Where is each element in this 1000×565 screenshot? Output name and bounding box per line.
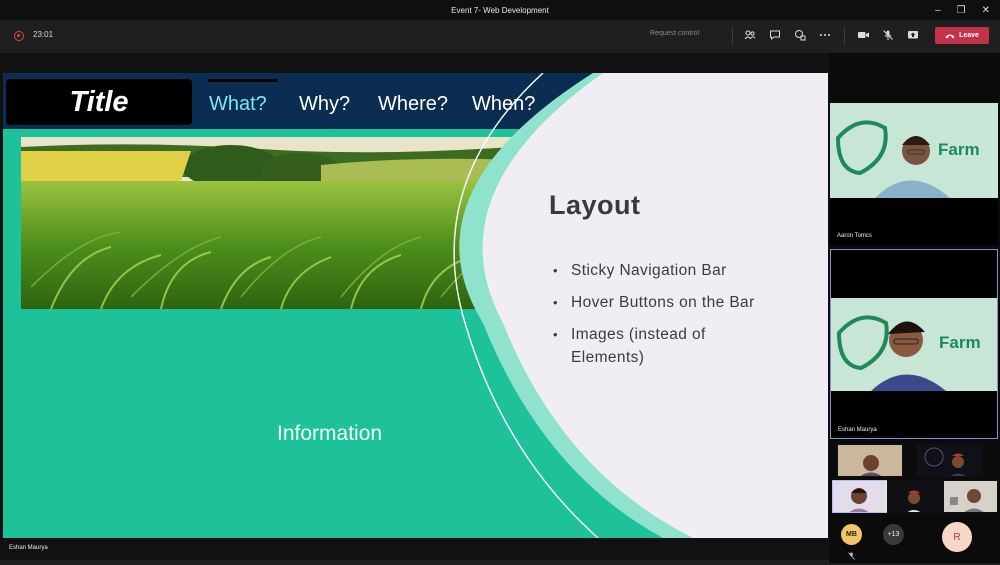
- phone-hangup-icon: [945, 34, 955, 38]
- participant-avatar-r[interactable]: R: [942, 522, 972, 552]
- slide-heading: Layout: [549, 190, 641, 220]
- share-screen-icon[interactable]: [905, 27, 921, 43]
- window-titlebar: Event 7- Web Development – ❐ ✕: [0, 0, 1000, 20]
- people-icon[interactable]: [742, 27, 758, 43]
- slide-information-text: Information: [277, 422, 383, 445]
- leave-button[interactable]: Leave: [935, 27, 989, 44]
- request-control-button[interactable]: Request control: [650, 30, 699, 37]
- window-controls: – ❐ ✕: [935, 0, 990, 20]
- participant-name: Aaron Tomcs: [837, 233, 872, 239]
- participant-video-tile[interactable]: Farm Aaron Tomcs: [830, 103, 998, 245]
- microphone-muted-icon[interactable]: [880, 27, 896, 43]
- virtual-background: Farm: [830, 103, 998, 198]
- bullet-item: Sticky Navigation Bar: [553, 259, 783, 282]
- more-participants-button[interactable]: +13: [883, 524, 904, 545]
- bullet-item: Hover Buttons on the Bar: [553, 291, 783, 314]
- slide-bullet-list: Sticky Navigation Bar Hover Buttons on t…: [553, 259, 783, 378]
- bullet-item: Images (instead of Elements): [553, 323, 783, 369]
- virtual-background: Farm: [831, 298, 997, 391]
- participant-name: Eshan Maurya: [838, 427, 877, 433]
- toolbar-divider: [732, 27, 733, 45]
- maximize-icon[interactable]: ❐: [957, 5, 966, 16]
- toolbar-divider: [844, 27, 845, 45]
- participant-thumbnail[interactable]: [837, 444, 903, 477]
- participant-video-tile-active[interactable]: Farm Eshan Maurya: [830, 249, 998, 439]
- chat-icon[interactable]: [767, 27, 783, 43]
- close-icon[interactable]: ✕: [982, 5, 990, 16]
- microphone-muted-icon: [848, 547, 855, 565]
- shared-content-stage: Title What? Why? Where? When? W: [0, 53, 829, 560]
- background-brand-text: Farm: [939, 333, 981, 352]
- leave-label: Leave: [959, 32, 979, 39]
- meeting-timer: 23:01: [33, 30, 54, 39]
- participant-thumbnail[interactable]: [917, 444, 983, 477]
- more-options-icon[interactable]: [817, 27, 833, 43]
- meeting-toolbar: [0, 20, 1000, 52]
- participant-avatar-mb[interactable]: MB: [841, 524, 862, 545]
- participant-thumbnail[interactable]: [943, 480, 998, 513]
- record-icon: [14, 31, 24, 41]
- reactions-icon[interactable]: [792, 27, 808, 43]
- window-title: Event 7- Web Development: [451, 5, 549, 15]
- camera-icon[interactable]: [855, 27, 871, 43]
- background-brand-text: Farm: [938, 140, 980, 159]
- minimize-icon[interactable]: –: [935, 5, 941, 16]
- presenter-name-label: Eshan Maurya: [9, 545, 48, 551]
